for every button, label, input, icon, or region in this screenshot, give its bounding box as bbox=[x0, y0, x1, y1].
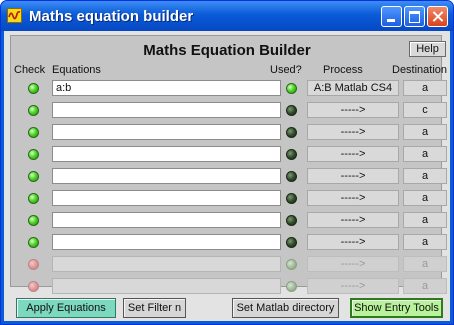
used-led bbox=[286, 193, 297, 204]
window-client: Maths Equation Builder Help Check Equati… bbox=[4, 31, 450, 321]
app-window: Maths equation builder Maths Equation Bu… bbox=[0, 0, 454, 325]
header-check: Check bbox=[14, 64, 46, 76]
destination-selector[interactable]: a bbox=[403, 124, 447, 140]
process-selector[interactable]: -----> bbox=[307, 256, 399, 272]
process-selector[interactable]: -----> bbox=[307, 124, 399, 140]
destination-selector[interactable]: c bbox=[403, 102, 447, 118]
destination-selector[interactable]: a bbox=[403, 190, 447, 206]
maximize-button[interactable] bbox=[404, 6, 425, 27]
close-button[interactable] bbox=[427, 6, 448, 27]
set-matlab-directory-button[interactable]: Set Matlab directory bbox=[232, 298, 339, 318]
destination-selector[interactable]: a bbox=[403, 146, 447, 162]
equation-input[interactable] bbox=[52, 190, 281, 206]
destination-selector[interactable]: a bbox=[403, 278, 447, 294]
header-equations: Equations bbox=[52, 64, 101, 76]
equation-input[interactable] bbox=[52, 212, 281, 228]
check-led[interactable] bbox=[28, 127, 39, 138]
check-led[interactable] bbox=[28, 215, 39, 226]
header-destination: Destination bbox=[392, 64, 448, 76]
process-selector[interactable]: A:B Matlab CS4 bbox=[307, 80, 399, 96]
used-led bbox=[286, 149, 297, 160]
process-selector[interactable]: -----> bbox=[307, 102, 399, 118]
used-led bbox=[286, 83, 297, 94]
show-entry-tools-button[interactable]: Show Entry Tools bbox=[350, 298, 443, 318]
header-used: Used? bbox=[270, 64, 302, 76]
header-process: Process bbox=[323, 64, 363, 76]
equation-input[interactable] bbox=[52, 168, 281, 184]
check-led[interactable] bbox=[28, 193, 39, 204]
equation-input[interactable] bbox=[52, 256, 281, 272]
process-selector[interactable]: -----> bbox=[307, 212, 399, 228]
equation-input[interactable]: a:b bbox=[52, 80, 281, 96]
destination-selector[interactable]: a bbox=[403, 212, 447, 228]
destination-selector[interactable]: a bbox=[403, 80, 447, 96]
title-bar[interactable]: Maths equation builder bbox=[1, 1, 453, 31]
matlab-logo-icon bbox=[7, 8, 22, 23]
check-led[interactable] bbox=[28, 237, 39, 248]
destination-selector[interactable]: a bbox=[403, 234, 447, 250]
equation-input[interactable] bbox=[52, 146, 281, 162]
destination-selector[interactable]: a bbox=[403, 256, 447, 272]
used-led bbox=[286, 259, 297, 270]
used-led bbox=[286, 171, 297, 182]
used-led bbox=[286, 127, 297, 138]
check-led bbox=[28, 259, 39, 270]
used-led bbox=[286, 215, 297, 226]
apply-equations-button[interactable]: Apply Equations bbox=[16, 298, 116, 318]
check-led bbox=[28, 281, 39, 292]
process-selector[interactable]: -----> bbox=[307, 278, 399, 294]
window-title: Maths equation builder bbox=[29, 8, 194, 25]
panel-title: Maths Equation Builder bbox=[143, 42, 311, 59]
check-led[interactable] bbox=[28, 171, 39, 182]
process-selector[interactable]: -----> bbox=[307, 146, 399, 162]
help-button[interactable]: Help bbox=[409, 41, 446, 57]
equation-input[interactable] bbox=[52, 278, 281, 294]
check-led[interactable] bbox=[28, 105, 39, 116]
process-selector[interactable]: -----> bbox=[307, 168, 399, 184]
destination-selector[interactable]: a bbox=[403, 168, 447, 184]
used-led bbox=[286, 105, 297, 116]
check-led[interactable] bbox=[28, 149, 39, 160]
minimize-button[interactable] bbox=[381, 6, 402, 27]
equation-input[interactable] bbox=[52, 124, 281, 140]
equation-input[interactable] bbox=[52, 102, 281, 118]
process-selector[interactable]: -----> bbox=[307, 190, 399, 206]
check-led[interactable] bbox=[28, 83, 39, 94]
process-selector[interactable]: -----> bbox=[307, 234, 399, 250]
set-filter-button[interactable]: Set Filter n bbox=[123, 298, 186, 318]
used-led bbox=[286, 281, 297, 292]
equation-panel: Maths Equation Builder Help Check Equati… bbox=[10, 35, 447, 294]
used-led bbox=[286, 237, 297, 248]
equation-input[interactable] bbox=[52, 234, 281, 250]
